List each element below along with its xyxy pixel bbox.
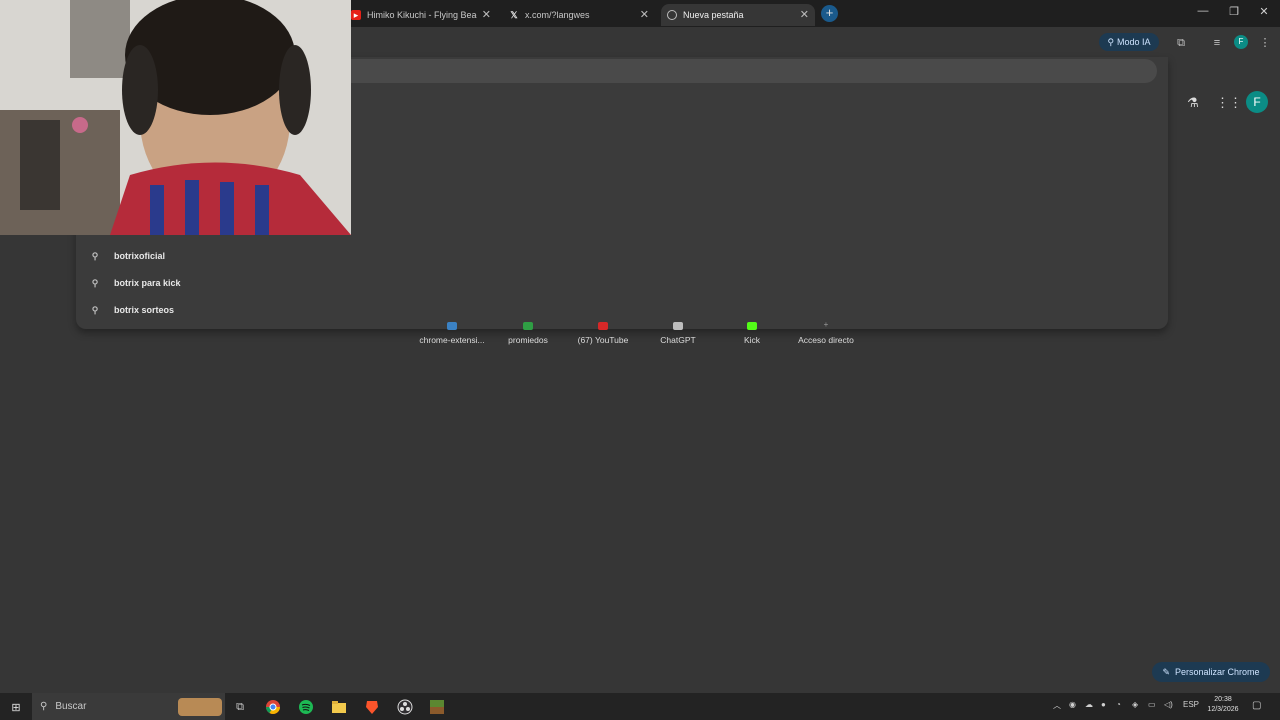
taskbar: ⊞ ⚲ Buscar ⧉ ︿ ◉ ☁ ● ◔ ◈ ▭ ◁) ESP 20:38 … bbox=[0, 693, 1280, 720]
youtube-icon: ▸ bbox=[351, 10, 361, 20]
minimize-button[interactable]: — bbox=[1193, 5, 1213, 17]
task-view-icon[interactable]: ⧉ bbox=[231, 698, 249, 716]
obs-icon[interactable] bbox=[396, 698, 414, 716]
search-icon: ⚲ bbox=[91, 250, 99, 261]
search-icon: ⚲ bbox=[40, 701, 48, 712]
clock[interactable]: 20:38 12/3/2026 bbox=[1198, 695, 1248, 715]
shortcut-label: chrome-extensi... bbox=[419, 335, 485, 345]
ai-mode-button[interactable]: ⚲ Modo IA bbox=[1099, 33, 1159, 51]
file-explorer-icon[interactable] bbox=[330, 698, 348, 716]
clock-date: 12/3/2026 bbox=[1207, 706, 1239, 713]
close-icon[interactable]: ✕ bbox=[800, 8, 809, 21]
wifi-icon[interactable]: ◔ bbox=[1116, 700, 1121, 709]
tab-new-tab[interactable]: Nueva pestaña ✕ bbox=[661, 4, 815, 26]
shortcut-add[interactable]: + Acceso directo bbox=[788, 320, 864, 346]
shortcut-label: Kick bbox=[743, 335, 761, 345]
minecraft-icon[interactable] bbox=[428, 698, 446, 716]
shortcut-label: (67) YouTube bbox=[577, 335, 629, 345]
close-window-button[interactable]: ✕ bbox=[1254, 5, 1274, 18]
apps-grid-icon[interactable]: ⋮⋮⋮ bbox=[1216, 94, 1255, 112]
windows-start-icon[interactable]: ⊞ bbox=[7, 698, 25, 716]
close-icon[interactable]: ✕ bbox=[482, 8, 491, 21]
shortcut-kick[interactable]: Kick bbox=[714, 322, 790, 345]
cloud-icon[interactable]: ☁ bbox=[1085, 700, 1093, 709]
shortcut-label: promiedos bbox=[508, 335, 548, 345]
shortcut-favicon-icon bbox=[747, 322, 757, 330]
security-icon[interactable]: ◈ bbox=[1132, 700, 1138, 709]
customize-label: Personalizar Chrome bbox=[1175, 667, 1260, 677]
suggestion-text: botrixoficial bbox=[114, 251, 166, 261]
volume-icon[interactable]: ◁) bbox=[1164, 700, 1173, 709]
streamer-image bbox=[0, 0, 351, 235]
tab-title: x.com/?langwes bbox=[525, 10, 590, 20]
search-icon: ⚲ bbox=[91, 277, 99, 288]
shortcut-label: Acceso directo bbox=[798, 335, 854, 345]
shortcut-favicon-icon bbox=[523, 322, 533, 330]
shortcut-youtube[interactable]: (67) YouTube bbox=[565, 322, 641, 345]
show-hidden-icons-icon[interactable]: ︿ bbox=[1053, 700, 1061, 711]
account-avatar[interactable]: F bbox=[1246, 91, 1268, 113]
shortcut-favicon-icon bbox=[673, 322, 683, 330]
customize-chrome-button[interactable]: ✎ Personalizar Chrome bbox=[1152, 662, 1270, 682]
shortcut-label: ChatGPT bbox=[660, 335, 696, 345]
search-sparkle-icon: ⚲ bbox=[1107, 36, 1115, 47]
tab-x[interactable]: 𝕏 x.com/?langwes ✕ bbox=[503, 4, 655, 26]
tab-youtube[interactable]: ▸ Himiko Kikuchi - Flying Beagle ✕ bbox=[345, 4, 497, 26]
notifications-icon[interactable]: ▢ bbox=[1252, 700, 1261, 711]
search-highlight-icon bbox=[178, 698, 222, 716]
network-icon[interactable]: ▭ bbox=[1148, 700, 1156, 709]
suggestion-item[interactable]: ⚲ botrixoficial bbox=[90, 246, 165, 266]
microphone-icon[interactable]: ● bbox=[1101, 700, 1106, 709]
search-placeholder: Buscar bbox=[55, 701, 87, 712]
shortcut-chatgpt[interactable]: ChatGPT bbox=[640, 322, 716, 345]
restore-button[interactable]: ❐ bbox=[1224, 5, 1244, 18]
shortcut-favicon-icon bbox=[447, 322, 457, 330]
discord-icon[interactable]: ◉ bbox=[1069, 700, 1076, 709]
x-icon: 𝕏 bbox=[510, 9, 518, 20]
language-indicator[interactable]: ESP bbox=[1183, 700, 1199, 709]
clock-time: 20:38 bbox=[1214, 696, 1232, 703]
suggestion-item[interactable]: ⚲ botrix para kick bbox=[90, 273, 181, 293]
close-icon[interactable]: ✕ bbox=[640, 8, 649, 21]
extensions-icon[interactable]: ⧉ bbox=[1173, 35, 1189, 51]
brave-icon[interactable] bbox=[363, 698, 381, 716]
shortcut-promiedos[interactable]: promiedos bbox=[490, 322, 566, 345]
shortcut-chrome-extensions[interactable]: chrome-extensi... bbox=[414, 322, 490, 345]
media-controls-icon[interactable]: ≡ bbox=[1209, 35, 1225, 51]
chrome-icon bbox=[667, 10, 677, 20]
tab-title: Nueva pestaña bbox=[683, 10, 744, 20]
avatar[interactable]: F bbox=[1234, 35, 1248, 49]
suggestion-text: botrix para kick bbox=[114, 278, 181, 288]
pencil-icon: ✎ bbox=[1162, 666, 1170, 677]
ai-mode-label: Modo IA bbox=[1117, 37, 1151, 47]
tab-title: Himiko Kikuchi - Flying Beagle bbox=[367, 10, 477, 20]
suggestion-item[interactable]: ⚲ botrix sorteos bbox=[90, 300, 174, 320]
add-shortcut-icon: + bbox=[823, 320, 829, 329]
chrome-icon[interactable] bbox=[264, 698, 282, 716]
menu-icon[interactable]: ⋮ bbox=[1257, 35, 1273, 51]
spotify-icon[interactable] bbox=[297, 698, 315, 716]
webcam-overlay bbox=[0, 0, 351, 235]
labs-flask-icon[interactable]: ⚗ bbox=[1184, 94, 1202, 112]
new-tab-button[interactable]: + bbox=[821, 5, 838, 22]
search-icon: ⚲ bbox=[91, 304, 99, 315]
suggestion-text: botrix sorteos bbox=[114, 305, 175, 315]
shortcut-favicon-icon bbox=[598, 322, 608, 330]
